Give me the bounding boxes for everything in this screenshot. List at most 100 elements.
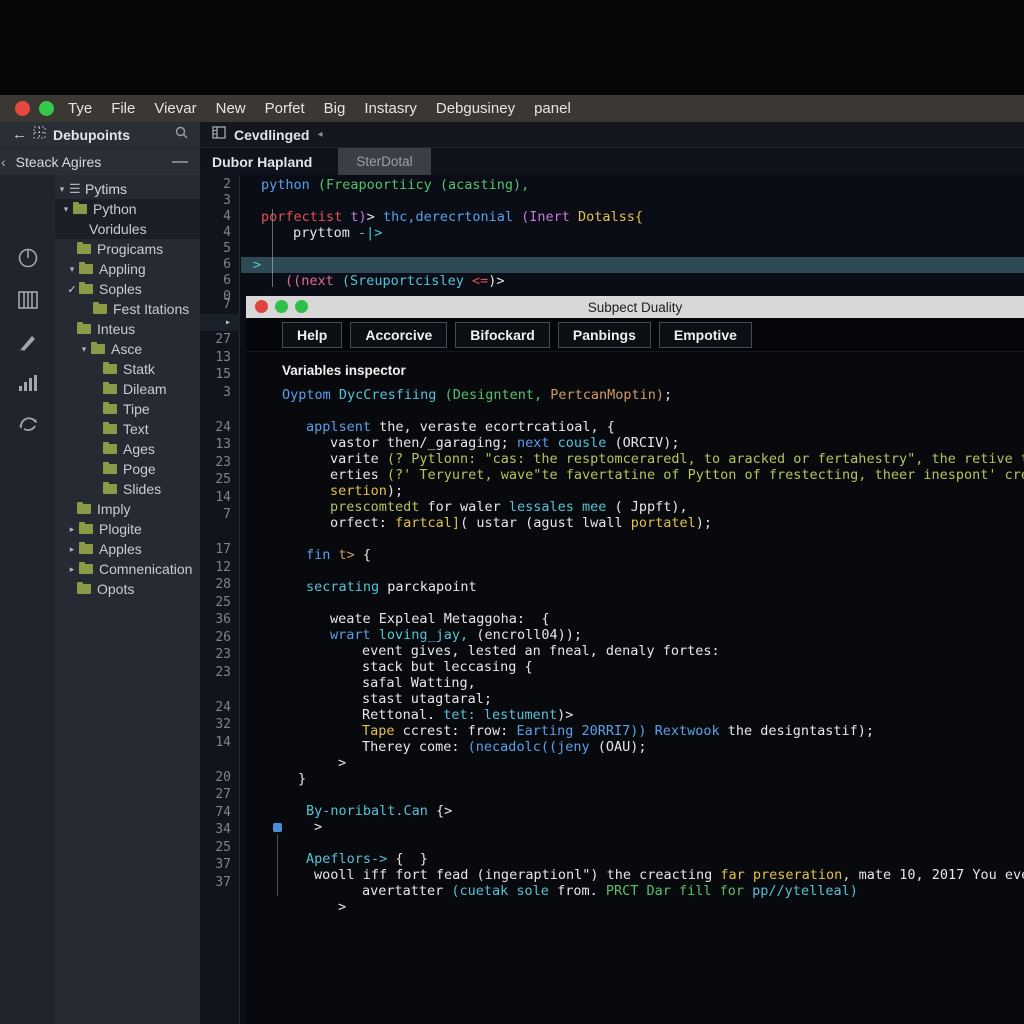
inspector-close-button[interactable] [255, 300, 268, 313]
inspector-title-bar[interactable]: Subpect Duality [246, 296, 1024, 318]
ide-window: Tye File Vievar New Porfet Big Instasry Debgusi… [0, 95, 1024, 1024]
code-segment: , mate 10, 2017 You everigeed siver; [842, 867, 1024, 883]
code-segment: erties [330, 467, 387, 483]
back-arrow-icon[interactable]: ← [12, 126, 27, 143]
sidebar-item-ages[interactable]: Ages [55, 439, 200, 459]
sidebar-item-opots[interactable]: Opots [55, 579, 200, 599]
line-number: 25 [200, 839, 240, 857]
chevron-down-icon[interactable]: ▾ [77, 344, 91, 355]
inspector-minimize-button[interactable] [275, 300, 288, 313]
menu-item-porfet[interactable]: Porfet [265, 100, 305, 117]
menu-item-tye[interactable]: Tye [68, 100, 92, 117]
code-segment: loving_jay, [379, 627, 477, 643]
search-icon[interactable] [175, 126, 188, 144]
line-number [200, 401, 240, 419]
bar-chart-icon[interactable] [17, 374, 39, 397]
inspector-maximize-button[interactable] [295, 300, 308, 313]
code-segment: > [253, 257, 261, 273]
section-title: Variables inspector [282, 363, 1024, 378]
tree-header-label: Pytims [85, 181, 127, 197]
chevron-down-icon[interactable]: ▾ [65, 264, 79, 275]
menu-item-big[interactable]: Big [324, 100, 346, 117]
line-number: 4 [200, 209, 240, 225]
inspector-code-line: By-noribalt.Can {> [246, 803, 1024, 819]
sidebar-item-voridules[interactable]: Voridules [55, 219, 200, 239]
sidebar-item-comnenication[interactable]: ▸Comnenication [55, 559, 200, 579]
window-controls [0, 101, 68, 116]
sidebar-item-text[interactable]: Text [55, 419, 200, 439]
sidebar-item-dileam[interactable]: Dileam [55, 379, 200, 399]
line-number: 74 [200, 804, 240, 822]
menu-item-debgusiney[interactable]: Debgusiney [436, 100, 515, 117]
tab-panbings[interactable]: Panbings [558, 322, 651, 348]
menu-item-file[interactable]: File [111, 100, 135, 117]
folder-icon [103, 464, 117, 474]
breakpoint-marker[interactable] [273, 823, 282, 832]
pencil-icon[interactable] [17, 331, 39, 358]
sidebar-item-slides[interactable]: Slides [55, 479, 200, 499]
menu-item-instasry[interactable]: Instasry [364, 100, 417, 117]
refresh-icon[interactable] [17, 413, 39, 438]
folder-icon [91, 344, 105, 354]
code-segment: Oyptom [282, 387, 339, 403]
line-number: 25 [200, 594, 240, 612]
code-segment: )> [488, 273, 504, 289]
sidebar-item-apples[interactable]: ▸Apples [55, 539, 200, 559]
menu-item-panel[interactable]: panel [534, 100, 571, 117]
breadcrumb[interactable]: Dubor Hapland [212, 154, 312, 170]
library-icon[interactable] [17, 290, 39, 315]
code-segment: t) [350, 209, 366, 225]
chevron-right-icon[interactable]: ▸ [65, 524, 79, 535]
menu-item-vievar[interactable]: Vievar [154, 100, 196, 117]
sidebar-item-tipe[interactable]: Tipe [55, 399, 200, 419]
code-line: python (Freapoortiicy (acasting), [241, 177, 1024, 193]
sidebar-item-statk[interactable]: Statk [55, 359, 200, 379]
code-segment: safal Watting, [362, 675, 476, 691]
chevron-right-icon[interactable]: ▸ [65, 564, 79, 575]
chevron-down-icon[interactable]: ▾ [59, 204, 73, 215]
sidebar-section-title: Steack Agires [16, 154, 172, 170]
sidebar-item-python[interactable]: ▾Python [55, 199, 200, 219]
sidebar-item-progicams[interactable]: Progicams [55, 239, 200, 259]
inspector-code-line: weate Expleal Metaggoha: { [246, 611, 1024, 627]
code-segment: (acasting), [440, 177, 529, 193]
document-title[interactable]: Cevdlinged [234, 127, 309, 143]
folder-icon [77, 324, 91, 334]
chevron-right-icon[interactable]: ▸ [65, 544, 79, 555]
sidebar-item-appling[interactable]: ▾Appling [55, 259, 200, 279]
line-number: 7 [200, 296, 240, 314]
tab-bifockard[interactable]: Bifockard [455, 322, 550, 348]
close-button[interactable] [15, 101, 30, 116]
folder-icon [79, 284, 93, 294]
code-segment: (ORCIV); [614, 435, 679, 451]
code-line: > [241, 257, 1024, 273]
code-segment: Earting 20RRI7)) [516, 723, 654, 739]
grid-icon[interactable] [33, 126, 46, 144]
line-number: 6 [200, 273, 240, 289]
sidebar-item-soples[interactable]: ✓Soples [55, 279, 200, 299]
code-line [241, 193, 1024, 209]
line-number [200, 681, 240, 699]
sidebar-item-inteus[interactable]: Inteus [55, 319, 200, 339]
activity-bar [0, 175, 55, 1024]
sidebar-item-plogite[interactable]: ▸Plogite [55, 519, 200, 539]
menu-item-new[interactable]: New [216, 100, 246, 117]
sidebar-item-poge[interactable]: Poge [55, 459, 200, 479]
sidebar-item-imply[interactable]: Imply [55, 499, 200, 519]
chevron-left-icon[interactable]: ◂ [317, 129, 322, 140]
minimize-panel-icon[interactable]: — [172, 153, 188, 171]
window-icon [212, 126, 226, 144]
tab-accorcive[interactable]: Accorcive [350, 322, 447, 348]
sidebar-item-fest-itations[interactable]: Fest Itations [55, 299, 200, 319]
sidebar-item-asce[interactable]: ▾Asce [55, 339, 200, 359]
power-icon[interactable] [17, 247, 39, 274]
collapse-chevron-icon[interactable]: ‹ [1, 154, 6, 170]
inspector-code-line: wrart loving_jay, (encroll04)); [246, 627, 1024, 643]
inspector-code-line: Apeflors-> { } [246, 851, 1024, 867]
tab-help[interactable]: Help [282, 322, 342, 348]
tab-empotive[interactable]: Empotive [659, 322, 752, 348]
code-segment: { [363, 547, 371, 563]
maximize-button[interactable] [39, 101, 54, 116]
tab-sterdotal[interactable]: SterDotal [338, 148, 430, 175]
tree-header[interactable]: ▾ ☰ Pytims [55, 179, 200, 199]
